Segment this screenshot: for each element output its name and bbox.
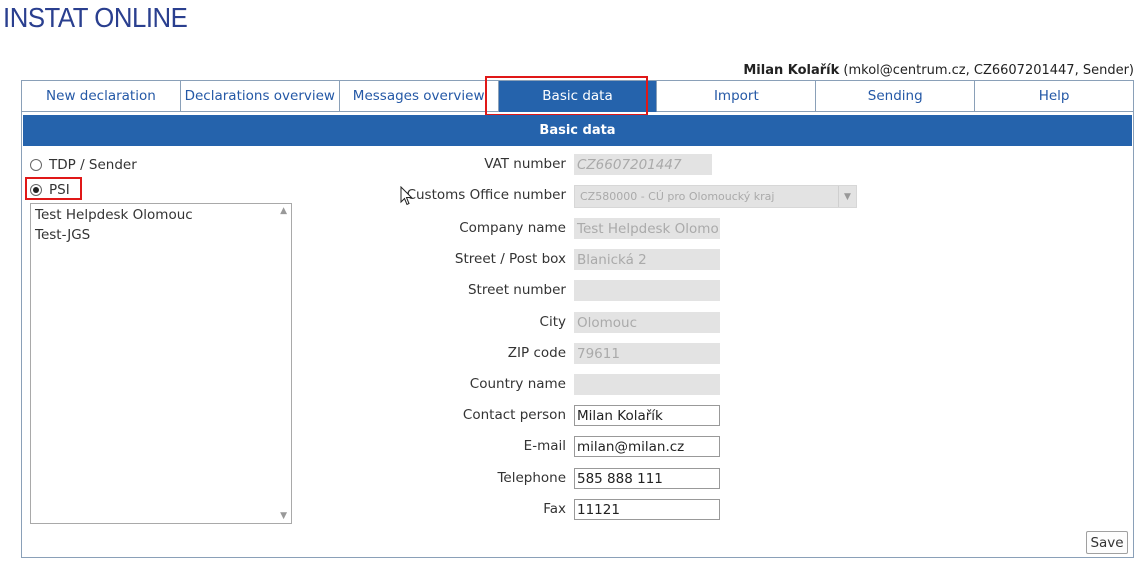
city-label: City bbox=[539, 314, 566, 330]
contact-person-field[interactable]: Milan Kolařík bbox=[574, 405, 720, 426]
customs-office-select[interactable]: CZ580000 - CÚ pro Olomoucký kraj ▼ bbox=[574, 185, 857, 208]
zip-field[interactable]: 79611 bbox=[574, 343, 720, 364]
tab-new-declaration[interactable]: New declaration bbox=[22, 81, 181, 112]
country-label: Country name bbox=[469, 376, 566, 392]
telephone-field[interactable]: 585 888 111 bbox=[574, 468, 720, 489]
street-number-label: Street number bbox=[467, 282, 566, 298]
street-number-field[interactable] bbox=[574, 280, 720, 301]
radio-tdp-sender[interactable]: TDP / Sender bbox=[30, 157, 137, 173]
customs-office-label: Customs Office number bbox=[406, 187, 566, 203]
company-name-field[interactable]: Test Helpdesk Olomouc bbox=[574, 218, 720, 239]
save-button[interactable]: Save bbox=[1086, 531, 1128, 554]
tab-help[interactable]: Help bbox=[975, 81, 1134, 112]
company-name-label: Company name bbox=[459, 220, 566, 236]
email-field[interactable]: milan@milan.cz bbox=[574, 436, 720, 457]
country-field[interactable] bbox=[574, 374, 720, 395]
dropdown-arrow-icon[interactable]: ▼ bbox=[838, 186, 856, 207]
radio-psi[interactable]: PSI bbox=[30, 182, 70, 198]
street-field[interactable]: Blanická 2 bbox=[574, 249, 720, 270]
tab-basic-data[interactable]: Basic data bbox=[498, 81, 658, 112]
tab-bar: New declaration Declarations overview Me… bbox=[22, 81, 1134, 112]
user-details: (mkol@centrum.cz, CZ6607201447, Sender) bbox=[839, 63, 1134, 78]
chevron-up-icon[interactable]: ▲ bbox=[280, 206, 287, 216]
fax-field[interactable]: 11121 bbox=[574, 499, 720, 520]
radio-circle-checked[interactable] bbox=[30, 184, 42, 196]
zip-label: ZIP code bbox=[507, 345, 566, 361]
radio-label: TDP / Sender bbox=[49, 157, 137, 173]
tab-sending[interactable]: Sending bbox=[816, 81, 976, 112]
section-header: Basic data bbox=[23, 115, 1132, 146]
city-field[interactable]: Olomouc bbox=[574, 312, 720, 333]
street-label: Street / Post box bbox=[454, 251, 566, 267]
tab-import[interactable]: Import bbox=[657, 81, 817, 112]
fax-label: Fax bbox=[543, 501, 566, 517]
list-item[interactable]: Test Helpdesk Olomouc bbox=[31, 205, 291, 225]
user-info: Milan Kolařík (mkol@centrum.cz, CZ660720… bbox=[743, 63, 1134, 78]
telephone-label: Telephone bbox=[497, 470, 566, 486]
vat-number-field[interactable]: CZ6607201447 bbox=[574, 154, 712, 175]
tab-messages-overview[interactable]: Messages overview bbox=[339, 81, 499, 112]
tab-declarations-overview[interactable]: Declarations overview bbox=[180, 81, 340, 112]
customs-office-value: CZ580000 - CÚ pro Olomoucký kraj bbox=[580, 190, 775, 203]
radio-circle[interactable] bbox=[30, 159, 42, 171]
radio-label: PSI bbox=[49, 182, 70, 198]
email-label: E-mail bbox=[523, 438, 566, 454]
mouse-pointer-icon bbox=[400, 186, 413, 206]
psi-listbox[interactable]: Test Helpdesk Olomouc Test-JGS ▲ ▼ bbox=[30, 203, 292, 524]
vat-number-label: VAT number bbox=[484, 156, 566, 172]
app-title: INSTAT ONLINE bbox=[3, 2, 188, 33]
chevron-down-icon[interactable]: ▼ bbox=[280, 511, 287, 521]
contact-person-label: Contact person bbox=[462, 407, 566, 423]
main-panel: New declaration Declarations overview Me… bbox=[21, 76, 1134, 558]
user-name: Milan Kolařík bbox=[743, 63, 840, 78]
list-item[interactable]: Test-JGS bbox=[31, 225, 291, 245]
